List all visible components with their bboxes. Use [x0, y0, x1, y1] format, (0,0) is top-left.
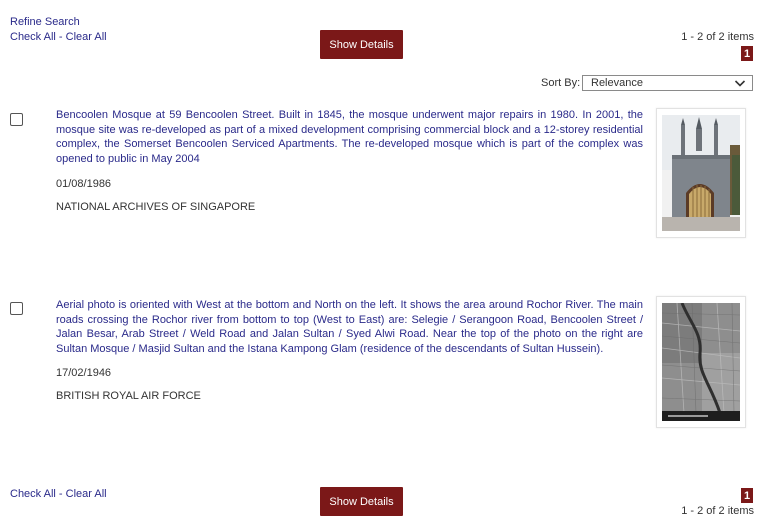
sort-by-select[interactable]: Relevance: [582, 75, 753, 91]
result-date-1: 01/08/1986: [56, 178, 112, 190]
aerial-photo: [662, 303, 740, 421]
separator: -: [55, 31, 66, 43]
result-thumbnail-1[interactable]: [656, 108, 746, 238]
sort-by-label: Sort By:: [541, 77, 581, 89]
check-all-link[interactable]: Check All: [10, 31, 56, 43]
sort-by-value: Relevance: [591, 77, 643, 89]
check-clear-group: Check All - Clear All: [10, 31, 107, 43]
result-checkbox-1[interactable]: [10, 113, 23, 126]
bottom-check-clear-group: Check All - Clear All: [10, 488, 107, 500]
result-source-2: BRITISH ROYAL AIR FORCE: [56, 390, 201, 402]
result-description-2[interactable]: Aerial photo is oriented with West at th…: [56, 298, 643, 356]
show-details-button[interactable]: Show Details: [320, 30, 403, 59]
result-date-2: 17/02/1946: [56, 367, 112, 379]
chevron-down-icon: [734, 80, 746, 87]
result-source-1: NATIONAL ARCHIVES OF SINGAPORE: [56, 201, 256, 213]
mosque-photo: [662, 115, 740, 231]
result-thumbnail-2[interactable]: [656, 296, 746, 428]
items-count: 1 - 2 of 2 items: [681, 31, 754, 43]
bottom-show-details-button[interactable]: Show Details: [320, 487, 403, 516]
bottom-separator: -: [55, 488, 66, 500]
bottom-page-number-current[interactable]: 1: [741, 488, 753, 503]
refine-search-link[interactable]: Refine Search: [10, 16, 80, 28]
result-checkbox-2[interactable]: [10, 302, 23, 315]
bottom-items-count: 1 - 2 of 2 items: [681, 505, 754, 517]
page-number-current[interactable]: 1: [741, 46, 753, 61]
result-description-1[interactable]: Bencoolen Mosque at 59 Bencoolen Street.…: [56, 108, 643, 166]
bottom-clear-all-link[interactable]: Clear All: [66, 488, 107, 500]
bottom-check-all-link[interactable]: Check All: [10, 488, 56, 500]
clear-all-link[interactable]: Clear All: [66, 31, 107, 43]
